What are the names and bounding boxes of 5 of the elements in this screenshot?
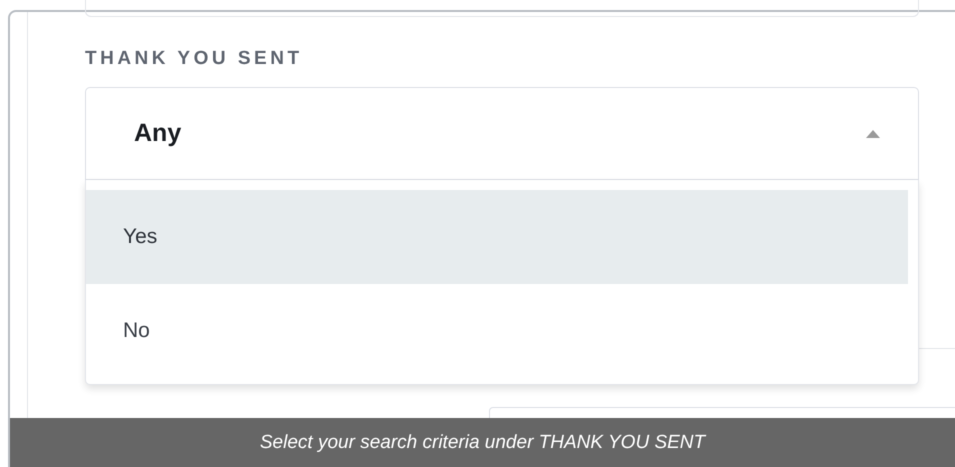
dropdown-select[interactable]: Any — [85, 87, 919, 180]
field-label: THANK YOU SENT — [85, 48, 304, 70]
caption-text: Select your search criteria under THANK YOU SENT — [10, 418, 955, 467]
caret-icon — [866, 130, 880, 138]
dropdown-option[interactable]: Yes — [86, 190, 908, 284]
